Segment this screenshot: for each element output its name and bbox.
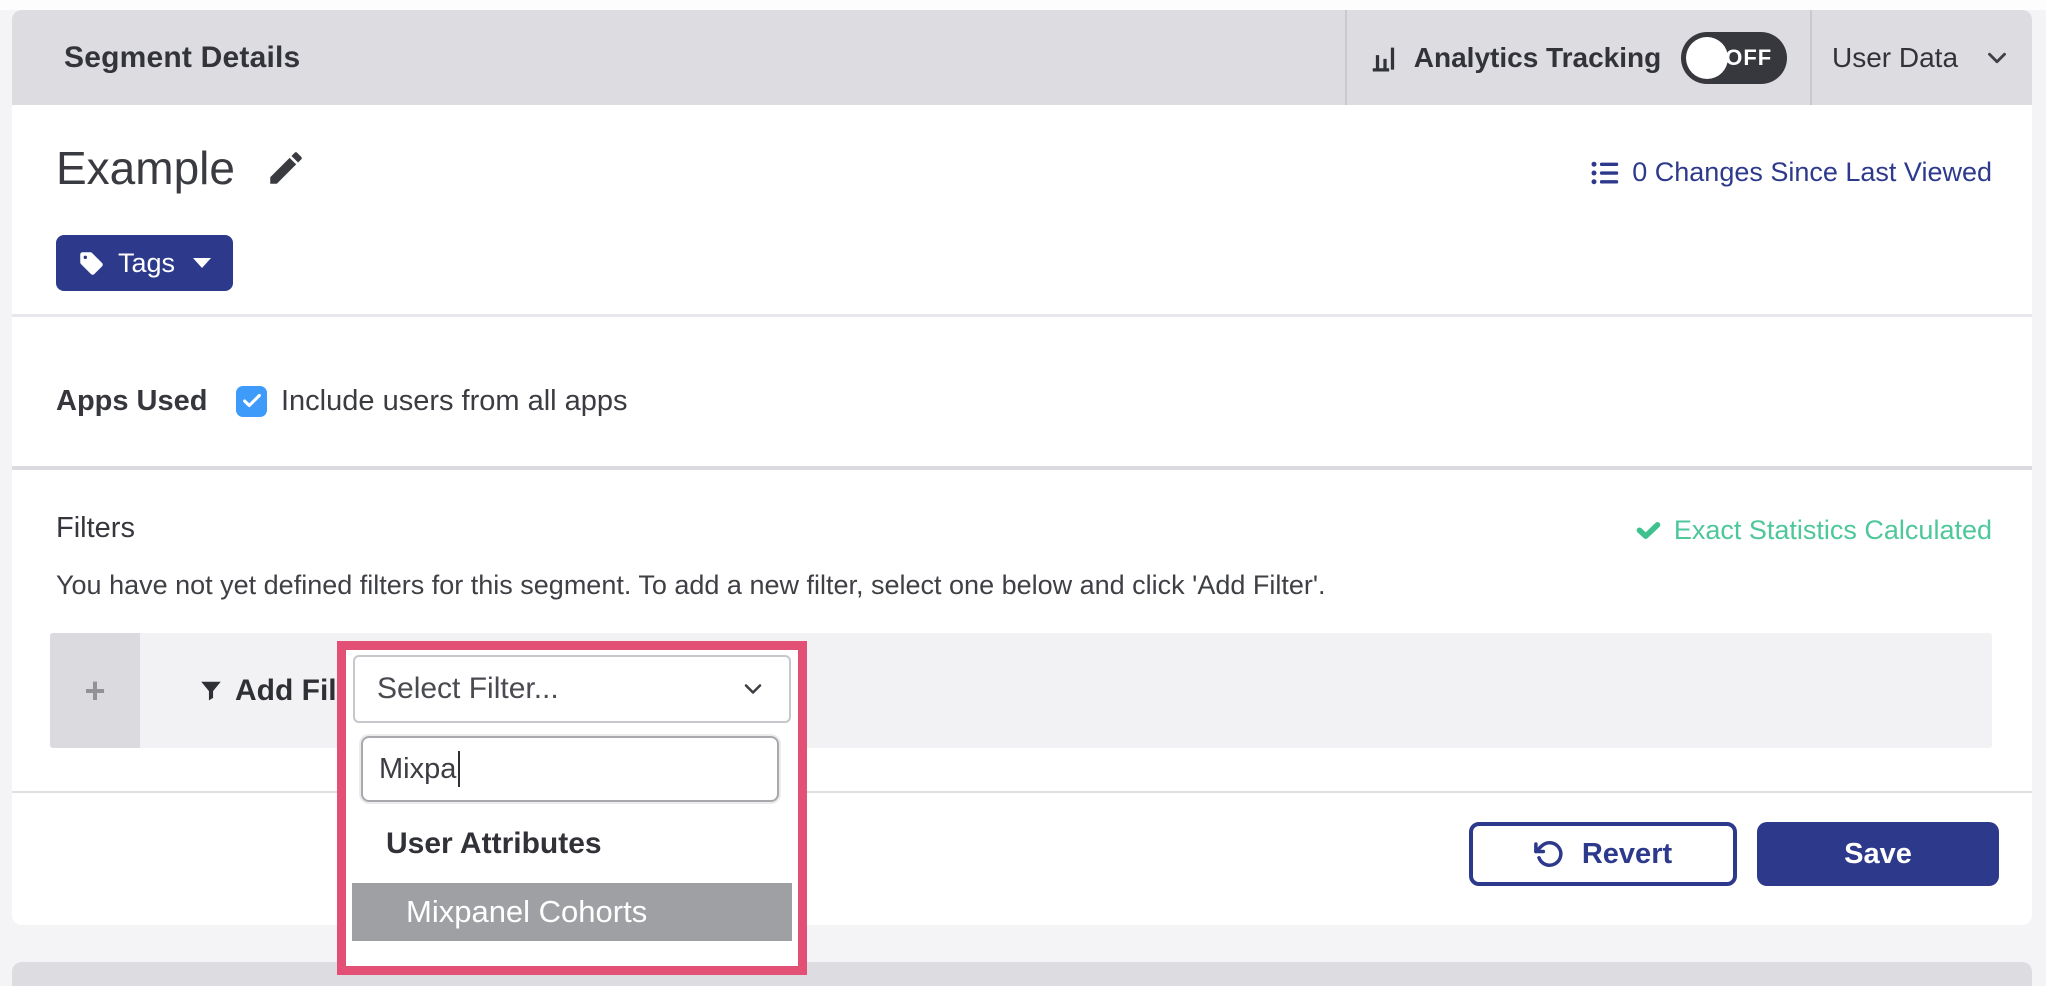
analytics-tracking-section: Analytics Tracking OFF bbox=[1345, 10, 1810, 105]
user-data-label: User Data bbox=[1832, 42, 1958, 74]
save-button[interactable]: Save bbox=[1757, 822, 1999, 886]
next-section-header-edge bbox=[12, 962, 2032, 986]
filters-description: You have not yet defined filters for thi… bbox=[56, 570, 1326, 601]
edit-pencil-icon[interactable] bbox=[265, 147, 307, 189]
include-all-apps-label: Include users from all apps bbox=[281, 385, 628, 418]
text-cursor bbox=[458, 751, 460, 787]
undo-icon bbox=[1534, 839, 1564, 869]
filters-heading: Filters bbox=[56, 512, 135, 545]
segment-details-header: Segment Details Analytics Tracking OFF U… bbox=[12, 10, 2032, 105]
bar-chart-icon bbox=[1370, 43, 1400, 73]
include-all-apps-checkbox[interactable] bbox=[236, 386, 267, 417]
select-filter-value: Select Filter... bbox=[377, 672, 559, 706]
tags-button[interactable]: Tags bbox=[56, 235, 233, 291]
filter-search-value: Mixpa bbox=[379, 753, 456, 786]
highlight-annotation-box: Select Filter... Mixpa User Attributes M… bbox=[337, 641, 807, 975]
save-button-label: Save bbox=[1844, 838, 1912, 871]
changes-link-label: 0 Changes Since Last Viewed bbox=[1632, 157, 1992, 188]
dropdown-option-mixpanel-cohorts[interactable]: Mixpanel Cohorts bbox=[352, 883, 792, 941]
toggle-knob bbox=[1686, 37, 1728, 79]
changes-since-last-viewed-link[interactable]: 0 Changes Since Last Viewed bbox=[1590, 157, 1992, 188]
chevron-down-icon bbox=[739, 675, 767, 703]
segment-name-row: Example bbox=[56, 141, 307, 195]
select-filter-dropdown[interactable]: Select Filter... bbox=[353, 655, 791, 723]
user-data-dropdown[interactable]: User Data bbox=[1810, 10, 2032, 105]
tag-icon bbox=[78, 250, 105, 277]
segment-name: Example bbox=[56, 141, 235, 195]
analytics-tracking-toggle[interactable]: OFF bbox=[1681, 32, 1787, 84]
filter-search-input[interactable]: Mixpa bbox=[361, 736, 779, 802]
caret-down-icon bbox=[193, 258, 211, 268]
analytics-tracking-label: Analytics Tracking bbox=[1414, 42, 1661, 74]
apps-used-label: Apps Used bbox=[56, 385, 236, 418]
section-divider bbox=[12, 314, 2032, 317]
apps-used-row: Apps Used Include users from all apps bbox=[56, 381, 628, 421]
page-top-gap bbox=[0, 0, 2046, 10]
check-icon bbox=[1635, 517, 1662, 544]
footer-divider bbox=[12, 791, 2032, 793]
revert-button-label: Revert bbox=[1582, 838, 1672, 871]
dropdown-group-header: User Attributes bbox=[386, 827, 602, 861]
exact-statistics-status: Exact Statistics Calculated bbox=[1635, 515, 1992, 546]
header-right-controls: Analytics Tracking OFF User Data bbox=[1345, 10, 2032, 105]
toggle-state-label: OFF bbox=[1725, 45, 1772, 71]
add-filter-plus-button[interactable]: + bbox=[50, 633, 140, 748]
segment-details-card: Example 0 Changes Since Last Viewed Tags… bbox=[12, 105, 2032, 925]
list-icon bbox=[1590, 158, 1620, 188]
tags-button-label: Tags bbox=[118, 248, 175, 279]
filter-funnel-icon bbox=[198, 678, 224, 704]
page-title: Segment Details bbox=[64, 41, 300, 75]
chevron-down-icon bbox=[1982, 43, 2012, 73]
section-divider bbox=[12, 466, 2032, 470]
dropdown-option-label: Mixpanel Cohorts bbox=[406, 894, 647, 930]
plus-icon: + bbox=[84, 670, 105, 712]
exact-statistics-label: Exact Statistics Calculated bbox=[1674, 515, 1992, 546]
revert-button[interactable]: Revert bbox=[1469, 822, 1737, 886]
